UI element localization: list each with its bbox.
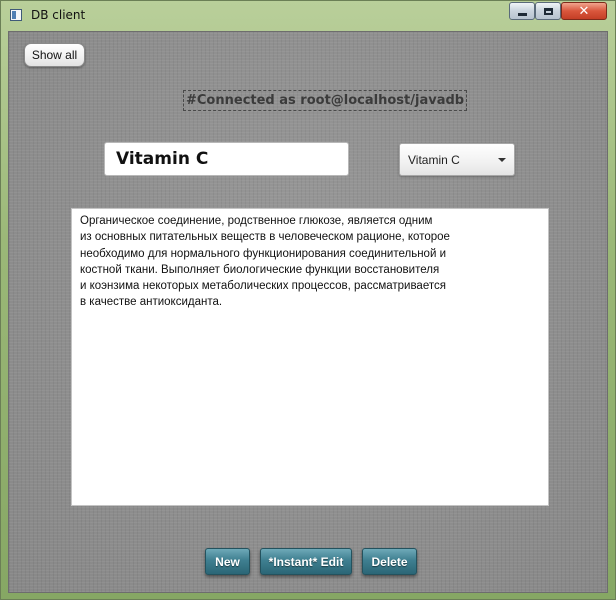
description-textarea[interactable]: Органическое соединение, родственное глю…: [71, 208, 549, 506]
selector-value: Vitamin C: [408, 153, 460, 167]
app-window-icon: [10, 9, 22, 21]
app-window: DB client ✕ Show all #Connected as root@…: [0, 0, 616, 600]
close-icon: ✕: [578, 3, 590, 19]
name-input[interactable]: [104, 142, 349, 176]
content-pane: Show all #Connected as root@localhost/ja…: [8, 31, 608, 593]
show-all-button[interactable]: Show all: [24, 43, 85, 67]
minimize-icon: [517, 12, 527, 16]
delete-button[interactable]: Delete: [362, 548, 417, 575]
connection-status-label: #Connected as root@localhost/javadb: [183, 90, 468, 111]
title-bar[interactable]: DB client ✕: [1, 1, 615, 31]
new-button[interactable]: New: [205, 548, 250, 575]
window-title: DB client: [31, 8, 86, 22]
maximize-icon: [543, 7, 553, 15]
maximize-button[interactable]: [535, 2, 561, 20]
close-button[interactable]: ✕: [561, 2, 607, 20]
chevron-down-icon: [498, 158, 506, 162]
instant-edit-button[interactable]: *Instant* Edit: [260, 548, 352, 575]
minimize-button[interactable]: [509, 2, 535, 20]
item-selector-combobox[interactable]: Vitamin C: [399, 143, 515, 176]
